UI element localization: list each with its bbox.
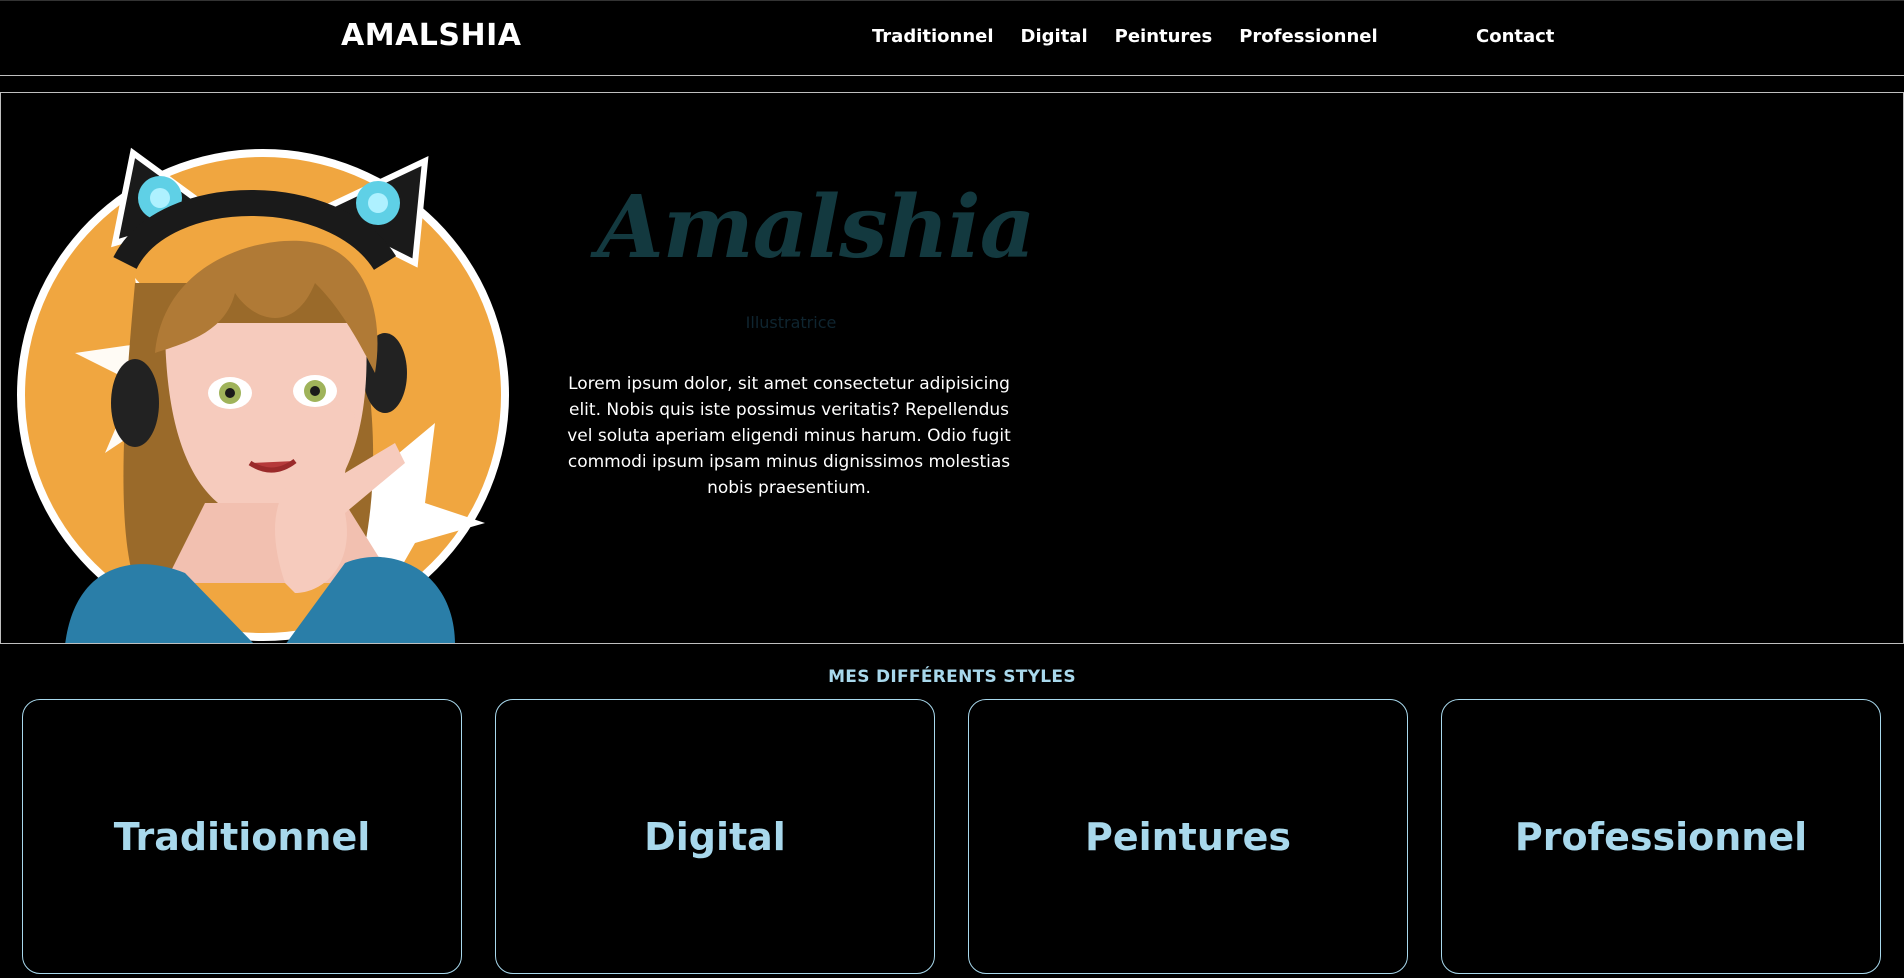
nav-link-contact[interactable]: Contact (1476, 26, 1554, 47)
navbar: AMALSHIA Traditionnel Digital Peintures … (0, 0, 1904, 76)
hero-description: Lorem ipsum dolor, sit amet consectetur … (567, 374, 1011, 498)
style-card-label: Traditionnel (113, 814, 371, 859)
nav-link-digital[interactable]: Digital (1021, 26, 1088, 47)
avatar-illustration (17, 147, 509, 643)
style-card-professionnel[interactable]: Professionnel (1441, 699, 1881, 974)
nav-link-peintures[interactable]: Peintures (1115, 26, 1213, 47)
style-card-label: Digital (644, 814, 786, 859)
brand-logo[interactable]: AMALSHIA (341, 18, 522, 53)
main-nav: Traditionnel Digital Peintures Professio… (872, 26, 1405, 47)
hero-name: Amalshia (597, 177, 1035, 278)
style-card-peintures[interactable]: Peintures (968, 699, 1408, 974)
styles-section-title: MES DIFFÉRENTS STYLES (828, 667, 1076, 687)
style-card-label: Peintures (1084, 814, 1292, 859)
hero-section: Amalshia Illustratrice Lorem ipsum dolor… (0, 92, 1904, 644)
style-card-label: Professionnel (1514, 814, 1808, 859)
hero-role: Illustratrice (745, 313, 837, 332)
style-card-digital[interactable]: Digital (495, 699, 935, 974)
navbar-top-divider (0, 0, 1904, 1)
nav-link-traditionnel[interactable]: Traditionnel (872, 26, 994, 47)
nav-link-professionnel[interactable]: Professionnel (1239, 26, 1377, 47)
style-card-traditionnel[interactable]: Traditionnel (22, 699, 462, 974)
